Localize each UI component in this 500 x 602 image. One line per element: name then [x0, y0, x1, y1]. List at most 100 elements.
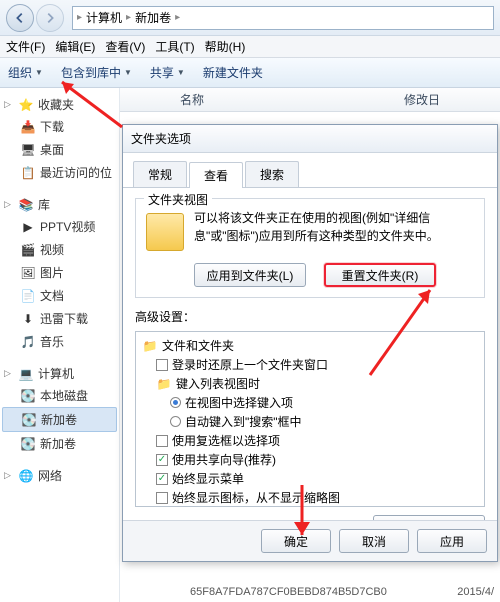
- tab-search[interactable]: 搜索: [245, 161, 299, 187]
- desktop-icon: 🖥: [20, 142, 36, 158]
- folder-icon: [146, 213, 184, 251]
- apply-to-folders-button[interactable]: 应用到文件夹(L): [194, 263, 306, 287]
- document-icon: 📄: [20, 288, 36, 304]
- include-in-library-button[interactable]: 包含到库中 ▼: [61, 64, 132, 81]
- col-modified[interactable]: 修改日: [404, 91, 440, 108]
- video-icon: ▶: [20, 219, 36, 235]
- download-icon: ⬇: [20, 311, 36, 327]
- sidebar-item-recent[interactable]: 📋最近访问的位: [2, 161, 117, 184]
- radio-icon[interactable]: [170, 416, 181, 427]
- sidebar-item-documents[interactable]: 📄文档: [2, 284, 117, 307]
- expand-icon: ▷: [4, 470, 14, 481]
- recent-icon: 📋: [20, 165, 36, 181]
- sidebar-item-localdisk[interactable]: 💽本地磁盘: [2, 384, 117, 407]
- checkbox-icon[interactable]: [156, 454, 168, 466]
- tab-general[interactable]: 常规: [133, 161, 187, 187]
- advanced-settings-tree[interactable]: 📁文件和文件夹 登录时还原上一个文件夹窗口 📁键入列表视图时 在视图中选择键入项…: [135, 331, 485, 507]
- folder-icon: 📁: [156, 376, 172, 392]
- checkbox-icon[interactable]: [156, 359, 168, 371]
- sidebar-libraries-header[interactable]: ▷ 📚 库: [2, 194, 117, 215]
- picture-icon: 🖼: [20, 265, 36, 281]
- chevron-down-icon: ▼: [177, 68, 185, 77]
- tree-item[interactable]: 使用复选框以选择项: [142, 431, 478, 450]
- col-name[interactable]: 名称: [180, 91, 204, 108]
- folder-options-dialog: 文件夹选项 常规 查看 搜索 文件夹视图 可以将该文件夹正在使用的视图(例如"详…: [122, 124, 498, 562]
- download-icon: 📥: [20, 119, 36, 135]
- tree-item[interactable]: 使用共享向导(推荐): [142, 450, 478, 469]
- organize-button[interactable]: 组织 ▼: [8, 64, 43, 81]
- computer-label: 计算机: [38, 365, 74, 382]
- arrow-left-icon: [13, 11, 27, 25]
- nav-forward-button[interactable]: [36, 4, 64, 32]
- breadcrumb-computer[interactable]: 计算机: [82, 9, 126, 26]
- file-hash-text: 65F8A7FDA787CF0BEBD874B5D7CB0: [190, 586, 387, 598]
- sidebar-item-pictures[interactable]: 🖼图片: [2, 261, 117, 284]
- sidebar-favorites-header[interactable]: ▷ ⭐ 收藏夹: [2, 94, 117, 115]
- computer-icon: 💻: [18, 366, 34, 382]
- menu-help[interactable]: 帮助(H): [205, 38, 246, 55]
- include-label: 包含到库中: [61, 64, 121, 81]
- ok-button[interactable]: 确定: [261, 529, 331, 553]
- column-headers: 名称 修改日: [120, 88, 500, 112]
- file-date-text: 2015/4/: [457, 586, 494, 598]
- group-description: 可以将该文件夹正在使用的视图(例如"详细信息"或"图标")应用到所有这种类型的文…: [194, 209, 474, 245]
- sidebar: ▷ ⭐ 收藏夹 📥下载 🖥桌面 📋最近访问的位 ▷ 📚 库 ▶PPTV视频 🎬视…: [0, 88, 120, 602]
- folder-icon: 📁: [142, 338, 158, 354]
- menu-tools[interactable]: 工具(T): [155, 38, 194, 55]
- new-folder-button[interactable]: 新建文件夹: [203, 64, 263, 81]
- sidebar-item-downloads[interactable]: 📥下载: [2, 115, 117, 138]
- breadcrumb[interactable]: ▸ 计算机 ▸ 新加卷 ▸: [72, 6, 494, 30]
- advanced-settings-label: 高级设置：: [135, 308, 485, 325]
- network-label: 网络: [38, 467, 62, 484]
- sidebar-item-newvolume-2[interactable]: 💽新加卷: [2, 432, 117, 455]
- libraries-label: 库: [38, 196, 50, 213]
- tree-item[interactable]: 在视图中选择键入项: [142, 393, 478, 412]
- expand-icon: ▷: [4, 368, 14, 379]
- drive-icon: 💽: [20, 388, 36, 404]
- menu-edit[interactable]: 编辑(E): [55, 38, 95, 55]
- sidebar-item-videos[interactable]: 🎬视频: [2, 238, 117, 261]
- nav-back-button[interactable]: [6, 4, 34, 32]
- network-icon: 🌐: [18, 468, 34, 484]
- sidebar-item-newvolume-1[interactable]: 💽新加卷: [2, 407, 117, 432]
- tab-view[interactable]: 查看: [189, 162, 243, 188]
- menu-file[interactable]: 文件(F): [6, 38, 45, 55]
- menu-view[interactable]: 查看(V): [105, 38, 145, 55]
- favorites-label: 收藏夹: [38, 96, 74, 113]
- share-button[interactable]: 共享 ▼: [150, 64, 185, 81]
- new-folder-label: 新建文件夹: [203, 64, 263, 81]
- share-label: 共享: [150, 64, 174, 81]
- reset-folders-button[interactable]: 重置文件夹(R): [324, 263, 436, 287]
- library-icon: 📚: [18, 197, 34, 213]
- cancel-button[interactable]: 取消: [339, 529, 409, 553]
- folder-view-group: 文件夹视图 可以将该文件夹正在使用的视图(例如"详细信息"或"图标")应用到所有…: [135, 198, 485, 298]
- sidebar-computer-header[interactable]: ▷ 💻 计算机: [2, 363, 117, 384]
- sidebar-item-music[interactable]: 🎵音乐: [2, 330, 117, 353]
- sidebar-item-xunlei[interactable]: ⬇迅雷下载: [2, 307, 117, 330]
- menubar: 文件(F) 编辑(E) 查看(V) 工具(T) 帮助(H): [0, 36, 500, 58]
- sidebar-item-pptv[interactable]: ▶PPTV视频: [2, 215, 117, 238]
- chevron-right-icon: ▸: [175, 12, 180, 23]
- dialog-title: 文件夹选项: [123, 125, 497, 153]
- tree-item[interactable]: 始终显示菜单: [142, 469, 478, 488]
- star-icon: ⭐: [18, 97, 34, 113]
- apply-button[interactable]: 应用: [417, 529, 487, 553]
- breadcrumb-volume[interactable]: 新加卷: [131, 9, 175, 26]
- drive-icon: 💽: [20, 436, 36, 452]
- organize-label: 组织: [8, 64, 32, 81]
- checkbox-icon[interactable]: [156, 473, 168, 485]
- tree-item[interactable]: 登录时还原上一个文件夹窗口: [142, 355, 478, 374]
- sidebar-item-desktop[interactable]: 🖥桌面: [2, 138, 117, 161]
- sidebar-network-header[interactable]: ▷ 🌐 网络: [2, 465, 117, 486]
- music-icon: 🎵: [20, 334, 36, 350]
- tree-item[interactable]: 始终显示图标，从不显示缩略图: [142, 488, 478, 507]
- checkbox-icon[interactable]: [156, 492, 168, 504]
- tree-item: 📁键入列表视图时: [142, 374, 478, 393]
- dialog-tabs: 常规 查看 搜索: [123, 153, 497, 188]
- tree-item[interactable]: 自动键入到"搜索"框中: [142, 412, 478, 431]
- checkbox-icon[interactable]: [156, 435, 168, 447]
- expand-icon: ▷: [4, 99, 14, 110]
- group-legend: 文件夹视图: [144, 191, 212, 208]
- radio-icon[interactable]: [170, 397, 181, 408]
- video-icon: 🎬: [20, 242, 36, 258]
